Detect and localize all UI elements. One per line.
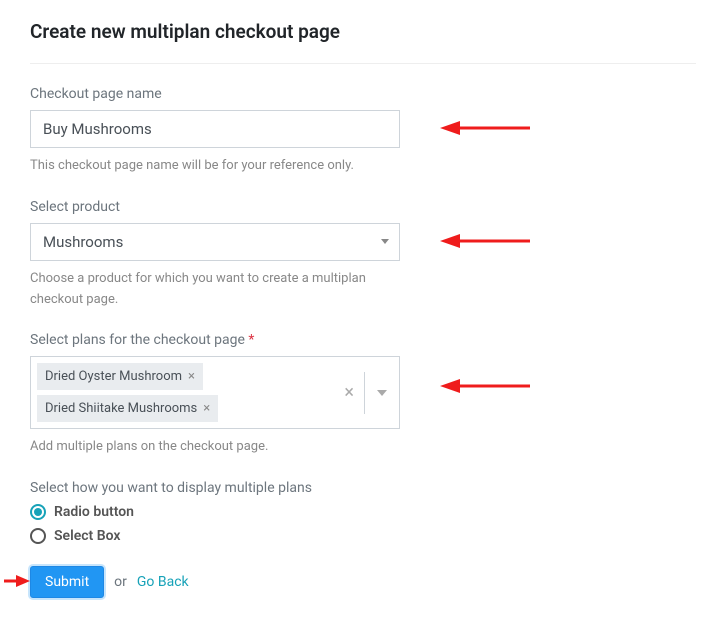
checkout-name-label: Checkout page name [30,86,696,102]
radio-option-label: Radio button [54,504,134,520]
select-plans-help: Add multiple plans on the checkout page. [30,437,400,458]
plan-tag: Dried Shiitake Mushrooms × [37,395,218,422]
selected-tags-area: Dried Oyster Mushroom × Dried Shiitake M… [31,357,334,428]
arrow-annotation-icon [440,116,530,140]
go-back-link[interactable]: Go Back [137,574,189,590]
checkout-name-help: This checkout page name will be for your… [30,156,400,177]
clear-all-icon[interactable]: × [334,382,364,403]
multiselect-controls: × [334,357,399,428]
display-mode-label: Select how you want to display multiple … [30,480,696,496]
remove-tag-icon[interactable]: × [203,401,210,416]
or-text: or [114,574,127,590]
multiselect-toggle[interactable] [365,390,399,396]
select-product-label: Select product [30,199,696,215]
field-select-plans: Select plans for the checkout page * Dri… [30,332,696,458]
select-product-dropdown[interactable]: Mushrooms [30,223,400,261]
arrow-annotation-icon [4,572,30,590]
remove-tag-icon[interactable]: × [188,369,195,384]
radio-icon [30,504,46,520]
checkout-name-input[interactable] [30,110,400,148]
required-asterisk: * [248,332,254,348]
field-checkout-name: Checkout page name This checkout page na… [30,86,696,177]
chevron-down-icon [377,390,387,396]
arrow-annotation-icon [440,374,530,398]
chevron-down-icon [381,239,389,244]
page-title: Create new multiplan checkout page [30,20,696,64]
radio-option-label: Select Box [54,528,120,544]
radio-option-select-box[interactable]: Select Box [30,528,696,544]
select-plans-multiselect[interactable]: Dried Oyster Mushroom × Dried Shiitake M… [30,356,400,429]
submit-button[interactable]: Submit [30,566,104,598]
field-select-product: Select product Mushrooms Choose a produc… [30,199,696,311]
arrow-annotation-icon [440,229,530,253]
form-actions: Submit or Go Back [30,566,696,598]
radio-icon [30,528,46,544]
plan-tag-label: Dried Shiitake Mushrooms [45,401,197,416]
plan-tag: Dried Oyster Mushroom × [37,363,203,390]
select-product-value: Mushrooms [43,233,123,251]
field-display-mode: Select how you want to display multiple … [30,480,696,544]
radio-option-radio-button[interactable]: Radio button [30,504,696,520]
select-product-help: Choose a product for which you want to c… [30,269,400,311]
select-plans-label: Select plans for the checkout page * [30,332,696,348]
plan-tag-label: Dried Oyster Mushroom [45,369,182,384]
